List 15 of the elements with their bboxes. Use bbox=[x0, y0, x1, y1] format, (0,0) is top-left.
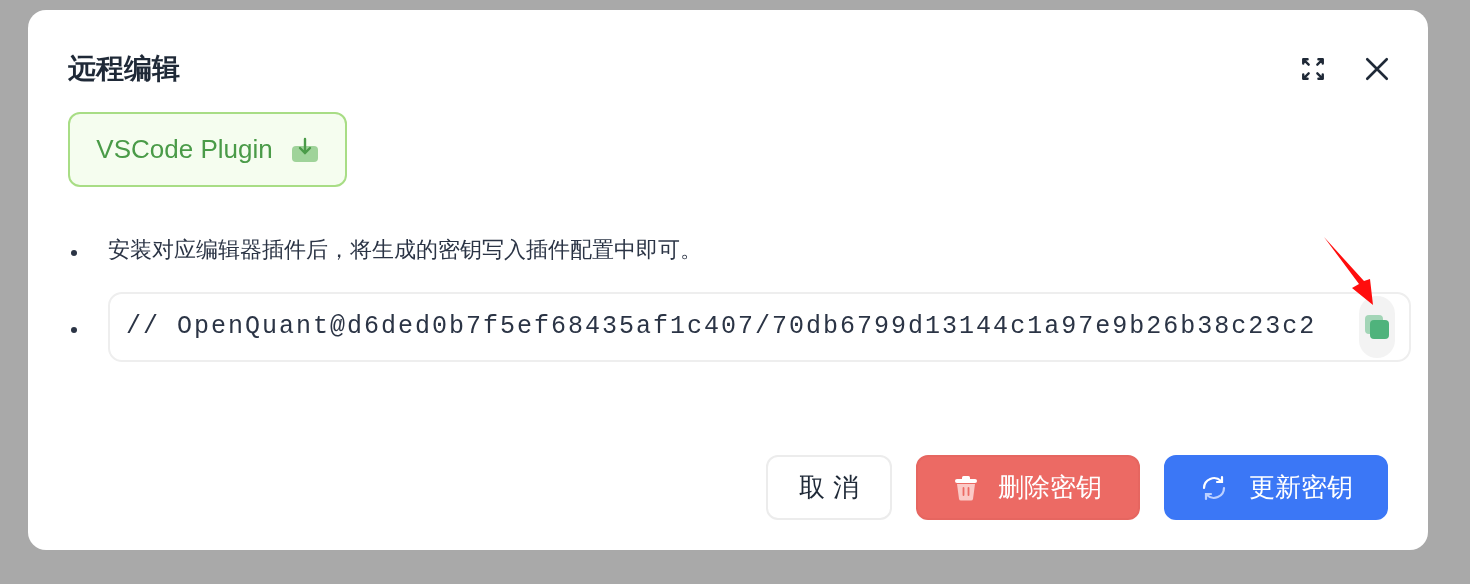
delete-button[interactable]: 删除密钥 bbox=[916, 455, 1140, 520]
close-icon[interactable] bbox=[1364, 56, 1390, 82]
download-icon bbox=[290, 136, 319, 163]
copy-icon bbox=[1364, 314, 1390, 340]
update-button[interactable]: 更新密钥 bbox=[1164, 455, 1388, 520]
secret-key-field: // OpenQuant@d6ded0b7f5ef68435af1c407/70db6799d13144c1a97e9b26b38c23c2 bbox=[108, 292, 1411, 362]
dialog-title: 远程编辑 bbox=[68, 52, 180, 86]
bullet-icon bbox=[71, 249, 77, 256]
trash-icon bbox=[954, 474, 978, 501]
fullscreen-icon[interactable] bbox=[1300, 56, 1326, 82]
bullet-icon bbox=[71, 327, 77, 333]
instruction-text: 安装对应编辑器插件后，将生成的密钥写入插件配置中即可。 bbox=[108, 236, 702, 264]
copy-button[interactable] bbox=[1359, 296, 1395, 358]
cancel-button[interactable]: 取 消 bbox=[766, 455, 892, 520]
plugin-download-button[interactable]: VSCode Plugin bbox=[68, 112, 347, 187]
